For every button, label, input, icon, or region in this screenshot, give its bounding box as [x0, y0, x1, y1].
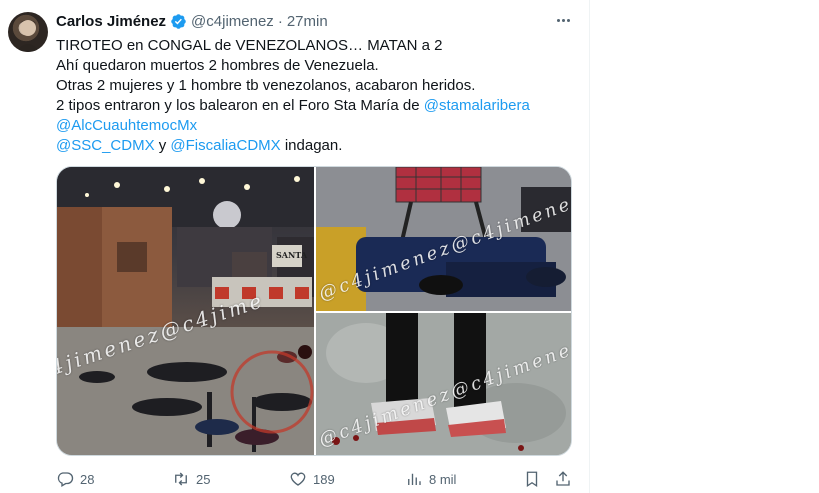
tweet[interactable]: Carlos Jiménez @c4jimenez · 27min TIROTE… — [0, 0, 589, 493]
tweet-header: Carlos Jiménez @c4jimenez · 27min — [56, 11, 328, 31]
timeline-right-border — [589, 0, 590, 493]
tweet-line-mention: 2 tipos entraron y los balearon en el Fo… — [56, 96, 576, 116]
author-handle[interactable]: @c4jimenez — [191, 13, 274, 30]
bookmark-button[interactable] — [523, 468, 541, 490]
reply-button[interactable]: 28 — [56, 468, 94, 490]
more-options-icon[interactable] — [552, 10, 574, 30]
tweet-line: TIROTEO en CONGAL de VENEZOLANOS… MATAN … — [56, 37, 443, 54]
photo-bar-interior[interactable]: SANTA 4jimenez@c4jime — [57, 167, 314, 455]
avatar[interactable] — [8, 12, 48, 52]
mention-link[interactable]: @FiscaliaCDMX — [170, 137, 280, 154]
views-count: 8 mil — [429, 471, 457, 487]
bookmark-icon — [526, 471, 538, 488]
share-button[interactable] — [554, 468, 572, 490]
separator-dot: · — [277, 12, 283, 30]
photo-sign: SANTA — [276, 250, 308, 260]
ending-text: indagan. — [280, 137, 343, 154]
photo-crime-scene-2[interactable]: @c4jimenez@c4jimenez — [316, 313, 571, 455]
photo-crime-scene-1[interactable]: @c4jimenez@c4jimenez — [316, 167, 571, 311]
mention-link[interactable]: @SSC_CDMX — [56, 137, 155, 154]
heart-icon — [290, 472, 306, 486]
tweet-line: Otras 2 mujeres y 1 hombre tb venezolano… — [56, 77, 476, 94]
views-icon — [408, 473, 421, 485]
share-icon — [556, 471, 570, 486]
tweet-text: TIROTEO en CONGAL de VENEZOLANOS… MATAN … — [56, 36, 576, 156]
media-grid: SANTA 4jimenez@c4jime @c4jimenez@c4jimen… — [56, 166, 572, 456]
reply-icon — [57, 472, 74, 487]
tweet-line-mention: @AlcCuauhtemocMx — [56, 116, 576, 136]
tweet-actions: 28 25 189 8 mil — [56, 468, 576, 490]
retweet-count: 25 — [196, 471, 211, 487]
tweet-line: Ahí quedaron muertos 2 hombres de Venezu… — [56, 57, 379, 74]
tweet-line-text: 2 tipos entraron y los balearon en el Fo… — [56, 97, 424, 114]
retweet-icon — [175, 472, 187, 486]
like-button[interactable]: 189 — [289, 468, 335, 490]
mention-link[interactable]: @stamalaribera — [424, 97, 530, 114]
author-name[interactable]: Carlos Jiménez — [56, 13, 166, 30]
views-button[interactable]: 8 mil — [405, 468, 456, 490]
timestamp[interactable]: 27min — [287, 13, 328, 30]
reply-count: 28 — [80, 471, 95, 487]
retweet-button[interactable]: 25 — [172, 468, 210, 490]
verified-badge-icon — [170, 13, 187, 30]
like-count: 189 — [313, 471, 335, 487]
connector-text: y — [154, 137, 171, 154]
tweet-line-mention: @SSC_CDMX y @FiscaliaCDMX indagan. — [56, 136, 576, 156]
mention-link[interactable]: @AlcCuauhtemocMx — [56, 117, 197, 134]
